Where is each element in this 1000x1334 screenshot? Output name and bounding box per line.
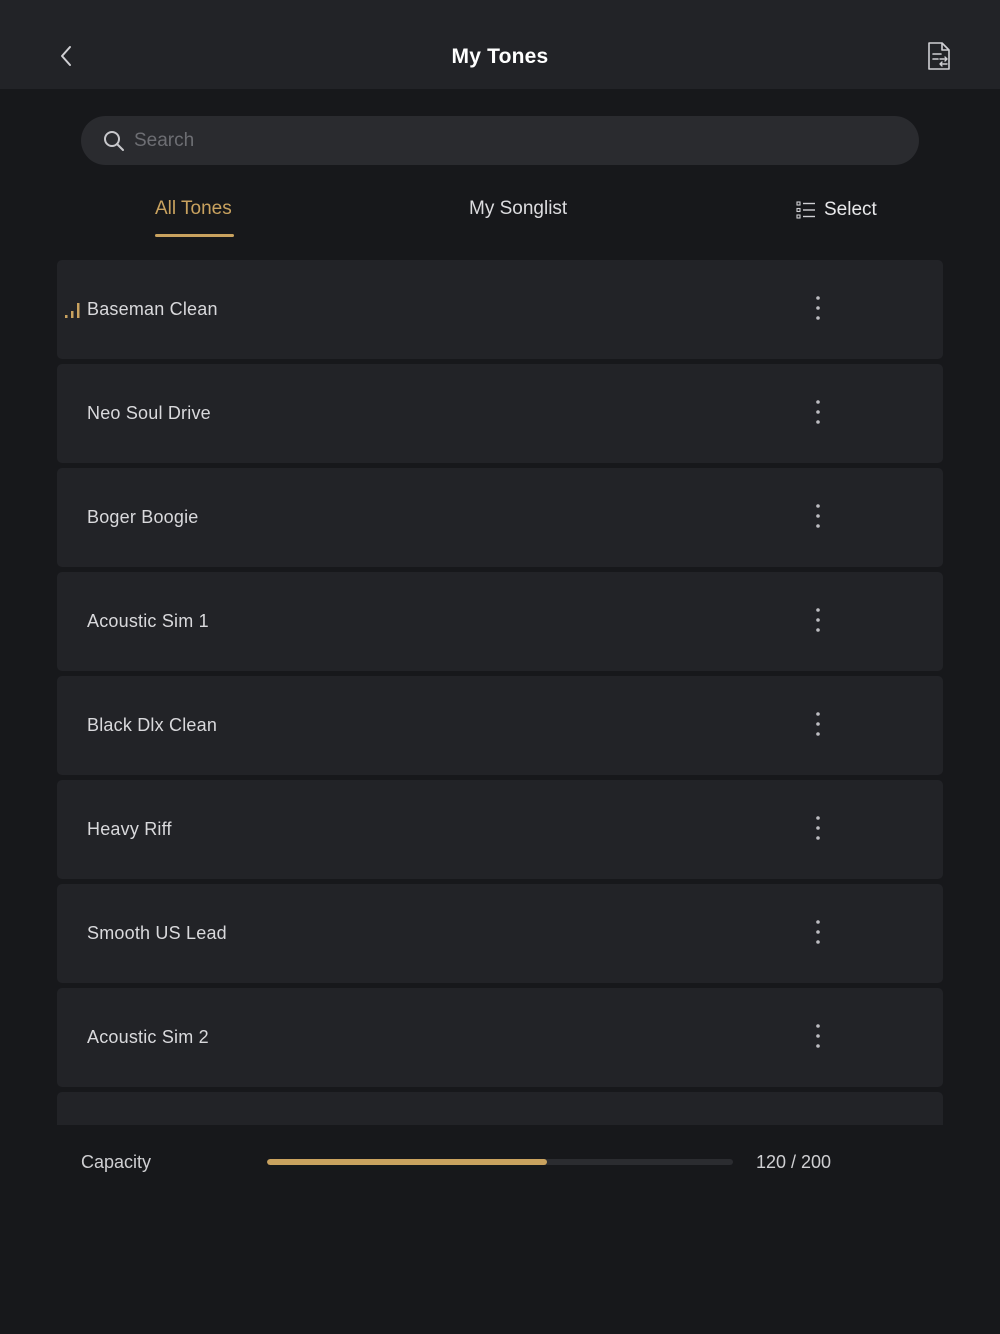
select-button[interactable]: Select <box>796 199 877 221</box>
tone-row[interactable]: Neo Soul Drive <box>57 364 943 463</box>
more-options-button[interactable] <box>801 290 835 330</box>
more-vertical-icon <box>815 503 821 534</box>
tab-my-songlist[interactable]: My Songlist <box>469 198 567 220</box>
tone-name: Black Dlx Clean <box>87 715 218 735</box>
document-swap-icon <box>926 41 952 76</box>
tone-name: Acoustic Sim 1 <box>87 611 209 631</box>
tone-row[interactable]: Baseman Clean <box>57 260 943 359</box>
document-action-button[interactable] <box>922 40 956 76</box>
tone-row[interactable]: Boger Boogie <box>57 468 943 567</box>
more-vertical-icon <box>815 1023 821 1054</box>
more-vertical-icon <box>815 815 821 846</box>
tone-row[interactable]: Heavy Riff <box>57 780 943 879</box>
more-vertical-icon <box>815 295 821 326</box>
select-label: Select <box>824 199 877 220</box>
more-vertical-icon <box>815 711 821 742</box>
capacity-bar <box>267 1159 733 1165</box>
tab-all-tones-label: All Tones <box>155 198 232 219</box>
more-options-button[interactable] <box>801 914 835 954</box>
tone-name: Baseman Clean <box>87 299 218 319</box>
more-vertical-icon <box>815 607 821 638</box>
tone-row[interactable]: Smooth US Lead <box>57 884 943 983</box>
tone-row[interactable]: Black Dlx Clean <box>57 676 943 775</box>
tone-name: Neo Soul Drive <box>87 403 211 423</box>
search-bar <box>81 116 919 165</box>
tone-name: Acoustic Sim 2 <box>87 1027 209 1047</box>
tone-row[interactable]: Acoustic Sim 2 <box>57 988 943 1087</box>
capacity-bar-fill <box>267 1159 547 1165</box>
tone-list[interactable]: Baseman Clean Neo Soul Drive Boger Boogi… <box>57 260 943 1125</box>
more-options-button[interactable] <box>801 394 835 434</box>
search-input[interactable] <box>134 116 919 165</box>
more-vertical-icon <box>815 919 821 950</box>
tone-name: Boger Boogie <box>87 507 199 527</box>
playing-indicator-icon <box>64 301 82 319</box>
tone-name: Smooth US Lead <box>87 923 227 943</box>
more-vertical-icon <box>815 399 821 430</box>
numbered-list-icon <box>796 201 816 219</box>
my-tones-screen: My Tones All Tones My Songlist <box>0 0 1000 1334</box>
tone-row-partial[interactable] <box>57 1092 943 1125</box>
tone-row[interactable]: Acoustic Sim 1 <box>57 572 943 671</box>
tone-name: Heavy Riff <box>87 819 172 839</box>
more-options-button[interactable] <box>801 1018 835 1058</box>
tab-my-songlist-label: My Songlist <box>469 198 568 219</box>
active-tab-indicator <box>155 234 234 237</box>
more-options-button[interactable] <box>801 498 835 538</box>
tab-all-tones[interactable]: All Tones <box>155 198 234 237</box>
more-options-button[interactable] <box>801 706 835 746</box>
search-icon <box>102 129 126 153</box>
capacity-label: Capacity <box>81 1152 152 1172</box>
more-options-button[interactable] <box>801 810 835 850</box>
more-options-button[interactable] <box>801 602 835 642</box>
capacity-value: 120 / 200 <box>756 1152 832 1172</box>
header-bar: My Tones <box>0 0 1000 89</box>
page-title: My Tones <box>451 45 549 68</box>
